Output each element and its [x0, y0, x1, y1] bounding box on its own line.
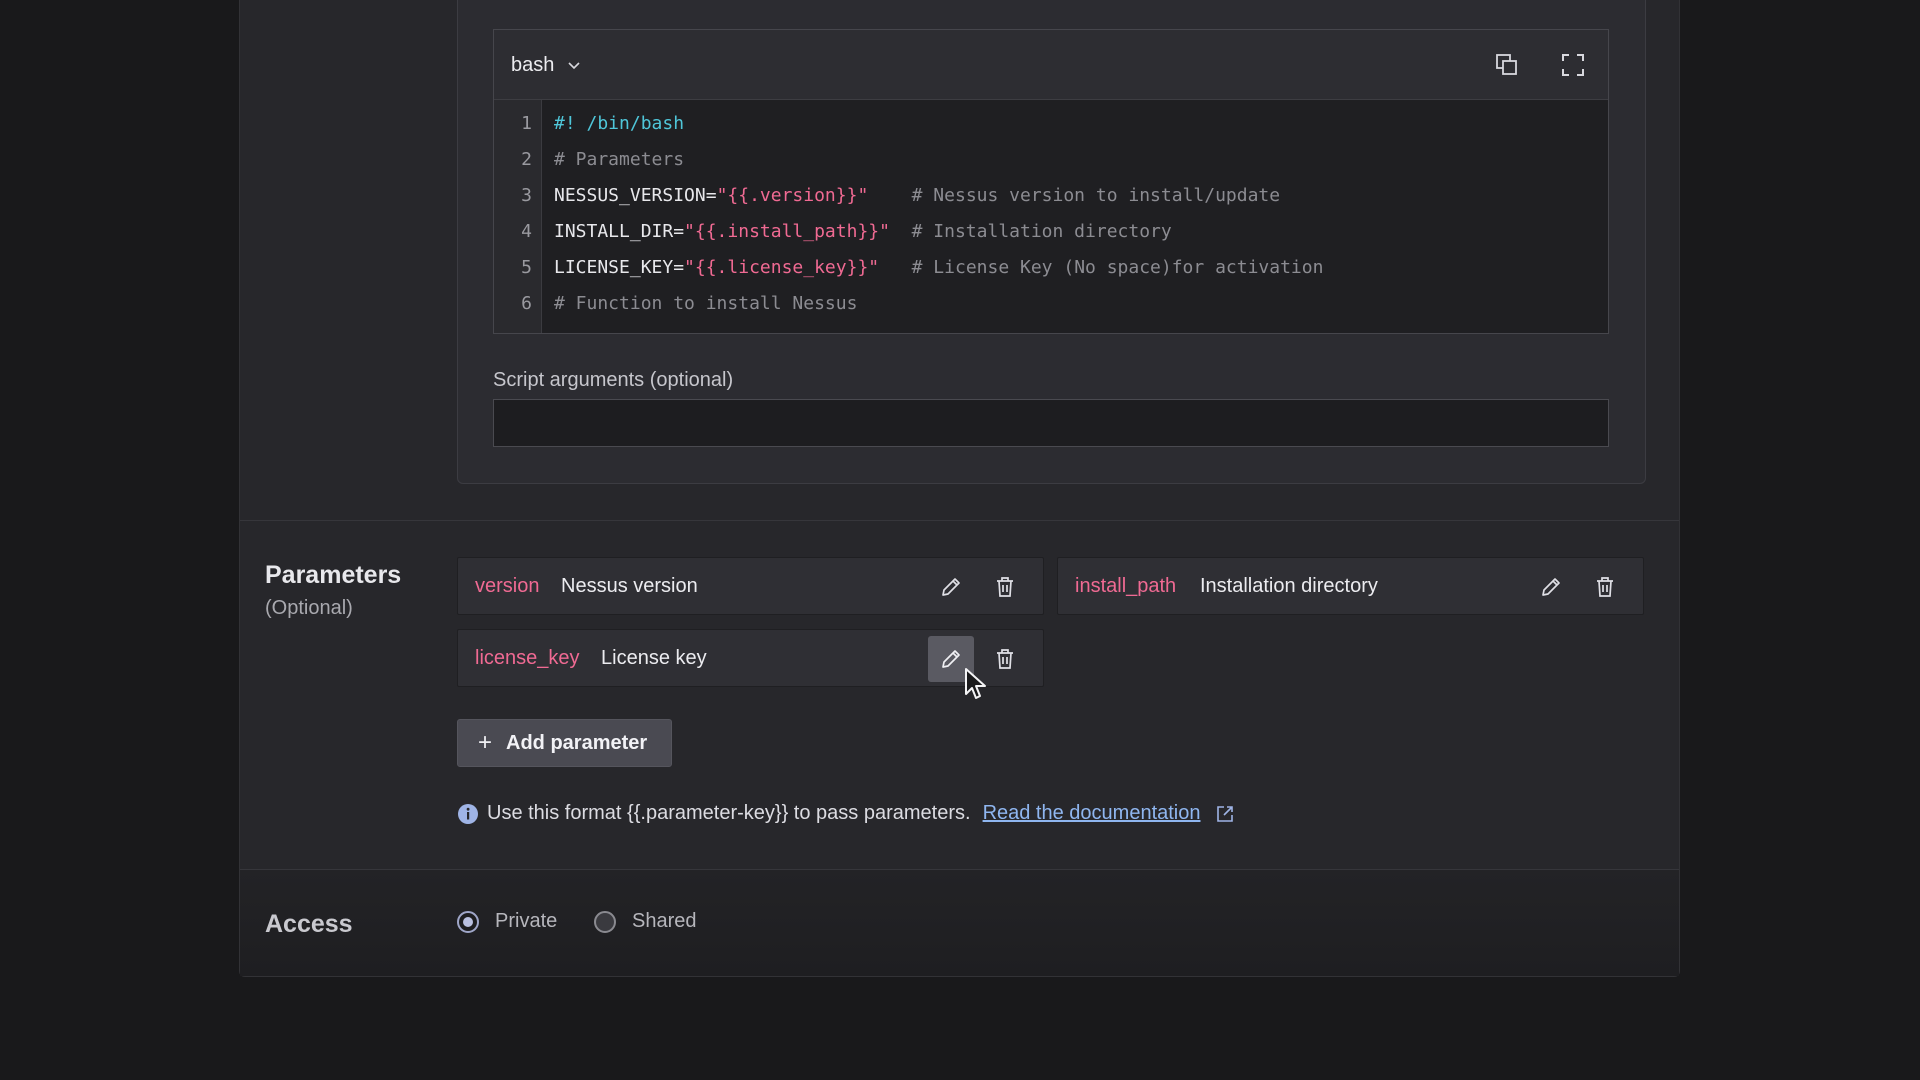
edit-parameter-button[interactable] — [928, 564, 974, 610]
code-token: # Function to install Nessus — [554, 293, 858, 314]
radio-label: Shared — [632, 910, 697, 932]
fullscreen-icon[interactable] — [1560, 52, 1586, 78]
line-number: 4 — [521, 221, 532, 242]
code-line: 4 INSTALL_DIR="{{.install_path}}" # Insta… — [494, 214, 1608, 250]
parameter-item-install-path: install_path Installation directory — [1057, 557, 1644, 615]
language-label: bash — [511, 53, 555, 76]
access-title: Access — [265, 910, 353, 938]
code-token: # Parameters — [554, 149, 685, 170]
code-line: 2 # Parameters — [494, 142, 1608, 178]
code-token: "{{.version}}" — [716, 185, 869, 206]
radio-private[interactable]: Private — [457, 910, 557, 933]
code-text: LICENSE_KEY="{{.license_key}}" # License… — [554, 250, 1323, 286]
edit-parameter-button[interactable] — [1528, 564, 1574, 610]
parameters-title: Parameters — [265, 561, 402, 589]
script-card: bash 1 #! /bin/bash 2 # Parameters 3 NESSUS_V… — [457, 0, 1646, 484]
delete-parameter-button[interactable] — [982, 636, 1028, 682]
code-text: #! /bin/bash — [554, 106, 684, 142]
parameter-item-license-key: license_key License key — [457, 629, 1044, 687]
parameter-key: install_path — [1075, 575, 1177, 597]
parameters-subtitle: (Optional) — [265, 597, 353, 619]
plus-icon: + — [478, 729, 493, 756]
delete-parameter-button[interactable] — [1582, 564, 1628, 610]
parameter-description: Nessus version — [561, 575, 698, 597]
edit-parameter-button[interactable] — [928, 636, 974, 682]
add-parameter-label: Add parameter — [506, 731, 648, 754]
delete-parameter-button[interactable] — [982, 564, 1028, 610]
code-token: INSTALL_DIR= — [554, 221, 685, 242]
code-token: #! /bin/bash — [554, 113, 685, 134]
info-icon — [458, 803, 478, 824]
code-token: LICENSE_KEY= — [554, 257, 685, 278]
radio-selected-icon — [457, 910, 479, 933]
documentation-link[interactable]: Read the documentation — [983, 802, 1201, 825]
line-number: 5 — [521, 257, 532, 278]
trash-icon — [997, 577, 1013, 597]
code-text: # Parameters — [554, 142, 684, 178]
pencil-icon — [942, 578, 960, 596]
script-arguments-label: Script arguments (optional) — [493, 369, 734, 391]
script-form-panel: bash 1 #! /bin/bash 2 # Parameters 3 NESSUS_V… — [239, 0, 1680, 977]
line-number: 3 — [521, 185, 532, 206]
language-select[interactable]: bash — [511, 30, 582, 100]
code-editor[interactable]: bash 1 #! /bin/bash 2 # Parameters 3 NESSUS_V… — [493, 29, 1609, 334]
parameter-key: version — [475, 575, 540, 597]
code-token: # License Key (No space)for activation — [879, 257, 1324, 278]
trash-icon — [1597, 577, 1613, 597]
code-text: INSTALL_DIR="{{.install_path}}" # Instal… — [554, 214, 1172, 250]
parameters-info: Use this format {{.parameter-key}} to pa… — [457, 802, 1235, 825]
code-line: 1 #! /bin/bash — [494, 106, 1608, 142]
code-token: "{{.install_path}}" — [684, 221, 890, 242]
line-number: 6 — [521, 293, 532, 314]
section-divider — [240, 520, 1679, 521]
code-token: "{{.license_key}}" — [684, 257, 880, 278]
parameter-key: license_key — [475, 647, 580, 669]
radio-shared[interactable]: Shared — [594, 910, 697, 933]
code-area[interactable]: 1 #! /bin/bash 2 # Parameters 3 NESSUS_VERSIO… — [494, 100, 1608, 333]
radio-unselected-icon — [594, 910, 616, 933]
copy-icon[interactable] — [1494, 52, 1520, 78]
code-line: 5 LICENSE_KEY="{{.license_key}}" # Licens… — [494, 250, 1608, 286]
parameter-description: Installation directory — [1200, 575, 1378, 597]
line-number: 1 — [521, 113, 532, 134]
line-number: 2 — [521, 149, 532, 170]
access-section: Access Private Shared — [240, 870, 1679, 976]
radio-label: Private — [495, 910, 558, 932]
code-token: NESSUS_VERSION= — [554, 185, 717, 206]
pencil-icon — [942, 650, 960, 668]
code-token: # Installation directory — [889, 221, 1172, 242]
parameter-description: License key — [601, 647, 707, 669]
trash-icon — [997, 649, 1013, 669]
code-line: 3 NESSUS_VERSION="{{.version}}" # Nessus … — [494, 178, 1608, 214]
editor-header: bash — [494, 30, 1608, 100]
info-text: Use this format {{.parameter-key}} to pa… — [487, 802, 971, 824]
add-parameter-button[interactable]: + Add parameter — [457, 719, 672, 767]
chevron-down-icon — [568, 62, 580, 70]
pencil-icon — [1542, 578, 1560, 596]
code-line: 6 # Function to install Nessus — [494, 286, 1608, 322]
script-arguments-input[interactable] — [493, 399, 1609, 447]
parameter-item-version: version Nessus version — [457, 557, 1044, 615]
code-text: # Function to install Nessus — [554, 286, 857, 322]
external-link-icon[interactable] — [1215, 804, 1235, 824]
code-token: # Nessus version to install/update — [868, 185, 1281, 206]
code-text: NESSUS_VERSION="{{.version}}" # Nessus v… — [554, 178, 1280, 214]
